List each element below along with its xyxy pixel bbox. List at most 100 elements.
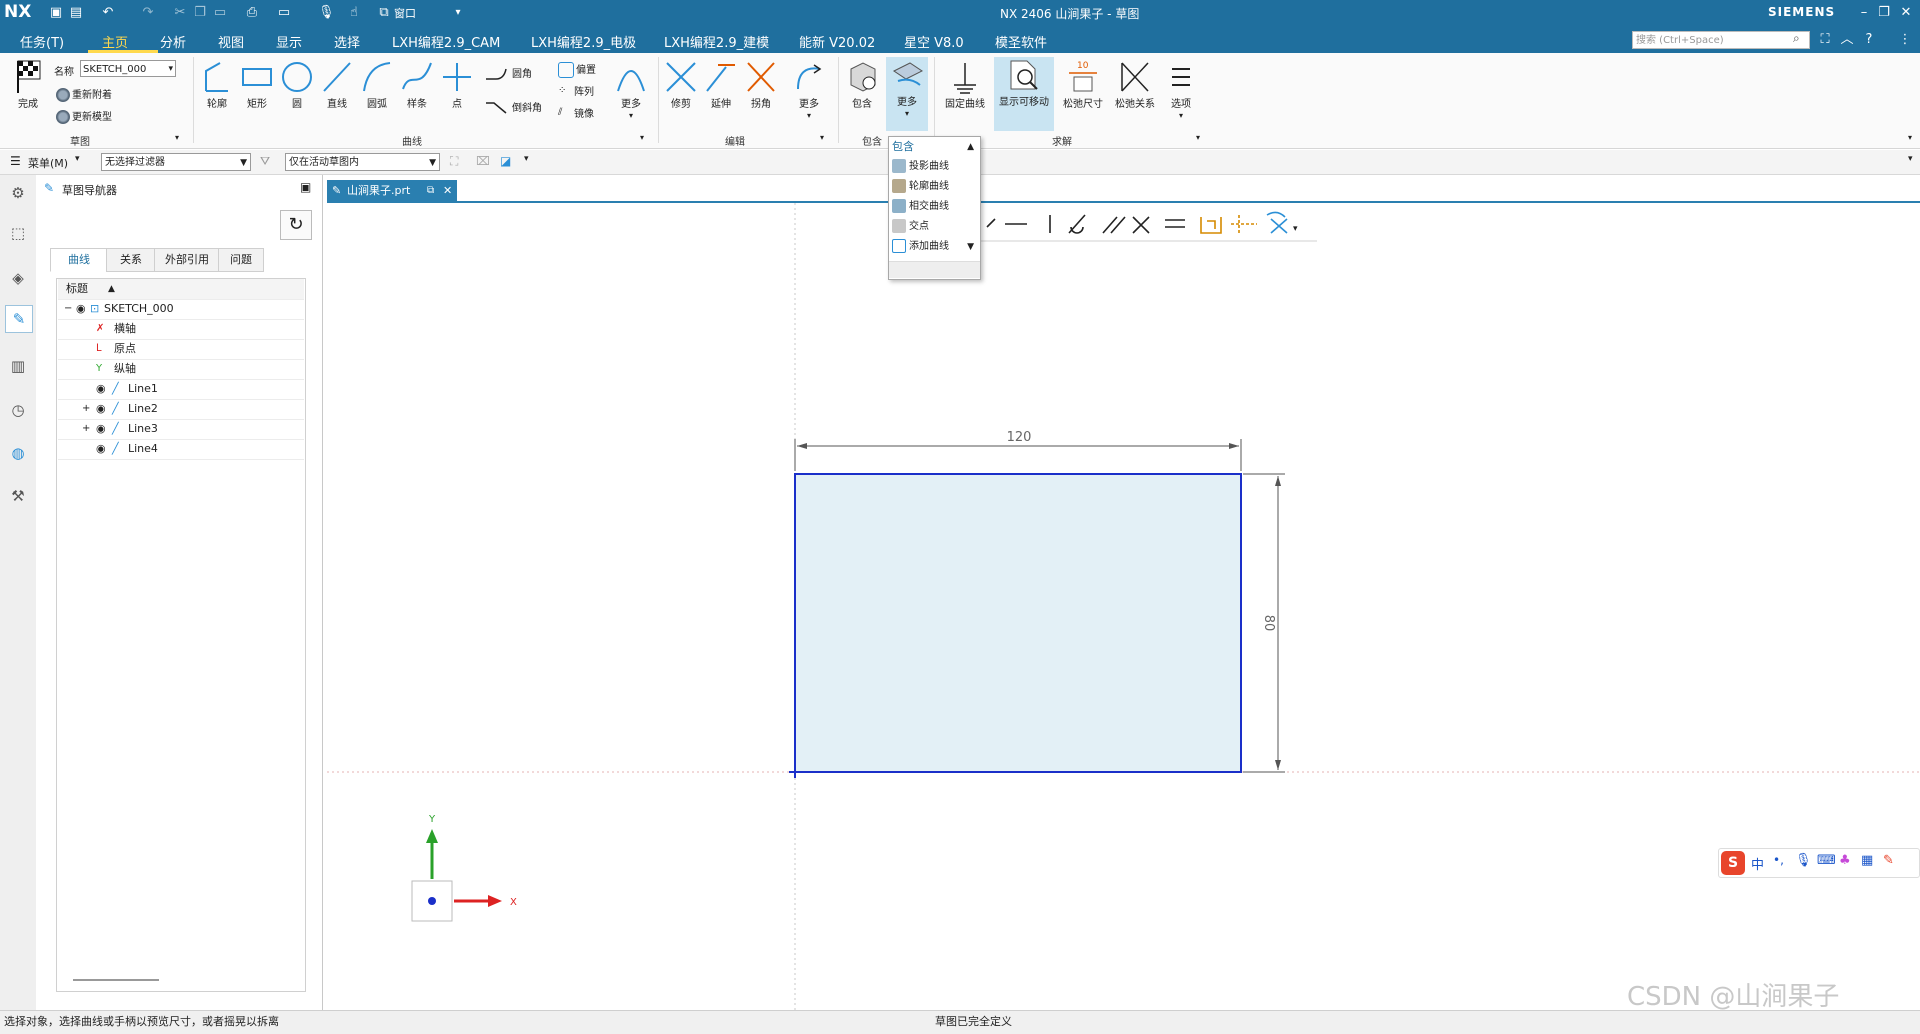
deselect-icon[interactable]: ⌧ (476, 154, 490, 168)
chevron-down-icon[interactable]: ▼ (967, 237, 974, 257)
close-tab-icon[interactable]: ✕ (443, 180, 452, 201)
point-tool-button[interactable]: 点 (438, 59, 476, 110)
skin-icon[interactable]: ♣ (1839, 853, 1851, 868)
menu-mosheng[interactable]: 模圣软件 (995, 32, 1047, 51)
menu-lxh-modeling[interactable]: LXH编程2.9_建模 (664, 32, 769, 51)
save-icon[interactable]: ▣ (48, 5, 64, 21)
menu-xingkong[interactable]: 星空 V8.0 (904, 32, 964, 51)
tab-relations[interactable]: 关系 (106, 248, 156, 272)
collapse-icon[interactable]: − (64, 299, 72, 319)
print-icon[interactable]: ⎙ (244, 5, 260, 21)
reattach-button[interactable]: 重新附着 (56, 86, 112, 102)
undo-icon[interactable]: ↶ (100, 5, 116, 21)
touch-icon[interactable]: ☝ (346, 5, 362, 21)
extend-button[interactable]: 延伸 (702, 59, 740, 110)
chamfer-button[interactable]: 倒斜角 (484, 99, 542, 115)
paste-icon[interactable]: ▭ (212, 5, 228, 21)
menu-task[interactable]: 任务(T) (20, 32, 64, 51)
curve-more-button[interactable]: 更多 ▾ (612, 59, 650, 121)
fix-curve-button[interactable]: 固定曲线 (940, 59, 990, 110)
rectangle-tool-button[interactable]: 矩形 (238, 59, 276, 110)
equal-length-icon[interactable] (1165, 219, 1185, 228)
menu-select[interactable]: 选择 (334, 32, 360, 51)
punctuation-icon[interactable]: •, (1773, 853, 1784, 867)
group-expander-icon[interactable]: ▾ (640, 133, 644, 142)
close-icon[interactable]: ✕ (1894, 4, 1918, 22)
display-mode-icon[interactable]: ▭ (276, 5, 292, 21)
visibility-eye-icon[interactable]: ◉ (96, 439, 106, 459)
chevron-down-icon[interactable]: ▾ (1293, 224, 1298, 234)
collapse-ribbon-icon[interactable]: ︿ (1838, 31, 1856, 49)
menu-list-icon[interactable]: ☰ (10, 154, 21, 168)
tools-icon[interactable]: ⚒ (5, 483, 31, 509)
part-navigator-icon[interactable]: ⬚ (5, 220, 31, 246)
sketch-canvas[interactable]: 120 80 Y X ▾ (327, 203, 1920, 1010)
pattern-button[interactable]: ⁘ 阵列 (558, 83, 594, 99)
save-all-icon[interactable]: ▤ (68, 5, 84, 21)
command-search-input[interactable]: 搜索 (Ctrl+Space) (1632, 31, 1810, 49)
menu-analysis[interactable]: 分析 (160, 32, 186, 51)
main-menu-button[interactable]: 菜单(M) (28, 155, 68, 171)
assembly-navigator-icon[interactable]: ◈ (5, 265, 31, 291)
trim-button[interactable]: 修剪 (662, 59, 700, 110)
sogou-logo-icon[interactable]: S (1721, 851, 1745, 875)
filter-icon[interactable]: ⛛ (260, 154, 270, 169)
tree-row-line1[interactable]: ◉ ╱ Line1 (58, 379, 304, 400)
arc-tool-button[interactable]: 圆弧 (358, 59, 396, 110)
fullscreen-icon[interactable]: ⛶ (1816, 31, 1834, 49)
microphone-icon[interactable]: 🎙 (318, 5, 335, 21)
menu-item-project-curve[interactable]: 投影曲线 (892, 157, 978, 177)
group-expander-icon[interactable]: ▾ (1196, 133, 1200, 142)
relax-dimension-button[interactable]: 10 松弛尺寸 (1058, 59, 1108, 110)
redo-icon[interactable]: ↷ (140, 5, 156, 21)
mirror-button[interactable]: ⫽ 镜像 (558, 105, 594, 121)
menu-item-silhouette-curve[interactable]: 轮廓曲线 (892, 177, 978, 197)
keyboard-icon[interactable]: ⌨ (1817, 853, 1836, 868)
tree-row-line3[interactable]: + ◉ ╱ Line3 (58, 419, 304, 440)
profile-tool-button[interactable]: 轮廓 (198, 59, 236, 110)
tree-row-line4[interactable]: ◉ ╱ Line4 (58, 439, 304, 460)
point-on-curve-icon[interactable] (1231, 215, 1257, 233)
visibility-eye-icon[interactable]: ◉ (96, 419, 106, 439)
toolbox-icon[interactable]: ▦ (1861, 853, 1873, 868)
chevron-down-icon[interactable]: ▾ (75, 154, 80, 164)
history-icon[interactable]: ◷ (5, 397, 31, 423)
offset-button[interactable]: 偏置 (558, 61, 596, 78)
group-expander-icon[interactable]: ▾ (820, 133, 824, 142)
update-model-button[interactable]: 更新模型 (56, 108, 112, 124)
midpoint-icon[interactable] (1200, 217, 1222, 234)
sketch-name-field[interactable]: SKETCH_000 ▾ (80, 60, 176, 77)
menu-home[interactable]: 主页 (102, 32, 128, 51)
tab-problems[interactable]: 问题 (218, 248, 264, 272)
reuse-library-icon[interactable]: ▥ (5, 353, 31, 379)
options-button[interactable]: 选项 ▾ (1162, 59, 1200, 121)
visibility-eye-icon[interactable]: ◉ (76, 299, 86, 319)
window-menu[interactable]: 窗口 (394, 5, 416, 21)
web-browser-icon[interactable]: ◍ (5, 440, 31, 466)
ime-menu-icon[interactable]: ✎ (1883, 853, 1894, 868)
menu-lxh-cam[interactable]: LXH编程2.9_CAM (392, 32, 500, 51)
ime-mode-label[interactable]: 中 (1751, 854, 1764, 873)
menu-item-add-curve[interactable]: 添加曲线 ▼ (892, 237, 978, 257)
menu-item-intersection-point[interactable]: 交点 (892, 217, 978, 237)
menu-nengxin[interactable]: 能新 V20.02 (799, 32, 875, 51)
collinear-icon[interactable] (986, 218, 996, 228)
show-movable-button[interactable]: 显示可移动 (994, 57, 1054, 131)
horizontal-scrollbar[interactable] (73, 979, 159, 981)
sketch-rectangle[interactable] (794, 473, 1242, 773)
menu-view[interactable]: 视图 (218, 32, 244, 51)
restore-icon[interactable]: ❐ (1872, 4, 1896, 22)
relax-relations-button[interactable]: 松弛关系 (1110, 59, 1160, 110)
finish-sketch-button[interactable]: 完成 (8, 59, 48, 110)
expand-icon[interactable]: + (82, 419, 90, 439)
tangent-icon[interactable] (1068, 214, 1086, 234)
type-filter-dropdown[interactable]: 无选择过滤器 ▼ (101, 153, 251, 171)
corner-button[interactable]: 拐角 (742, 59, 780, 110)
cut-icon[interactable]: ✂ (172, 5, 188, 21)
parallel-icon[interactable] (1102, 216, 1126, 234)
sketch-navigator-icon[interactable]: ✎ (5, 305, 33, 333)
edit-more-button[interactable]: 更多 ▾ (790, 59, 828, 121)
circle-tool-button[interactable]: 圆 (278, 59, 316, 110)
include-more-button[interactable]: 更多 ▾ (886, 57, 928, 131)
select-all-icon[interactable]: ⛶ (450, 154, 458, 169)
